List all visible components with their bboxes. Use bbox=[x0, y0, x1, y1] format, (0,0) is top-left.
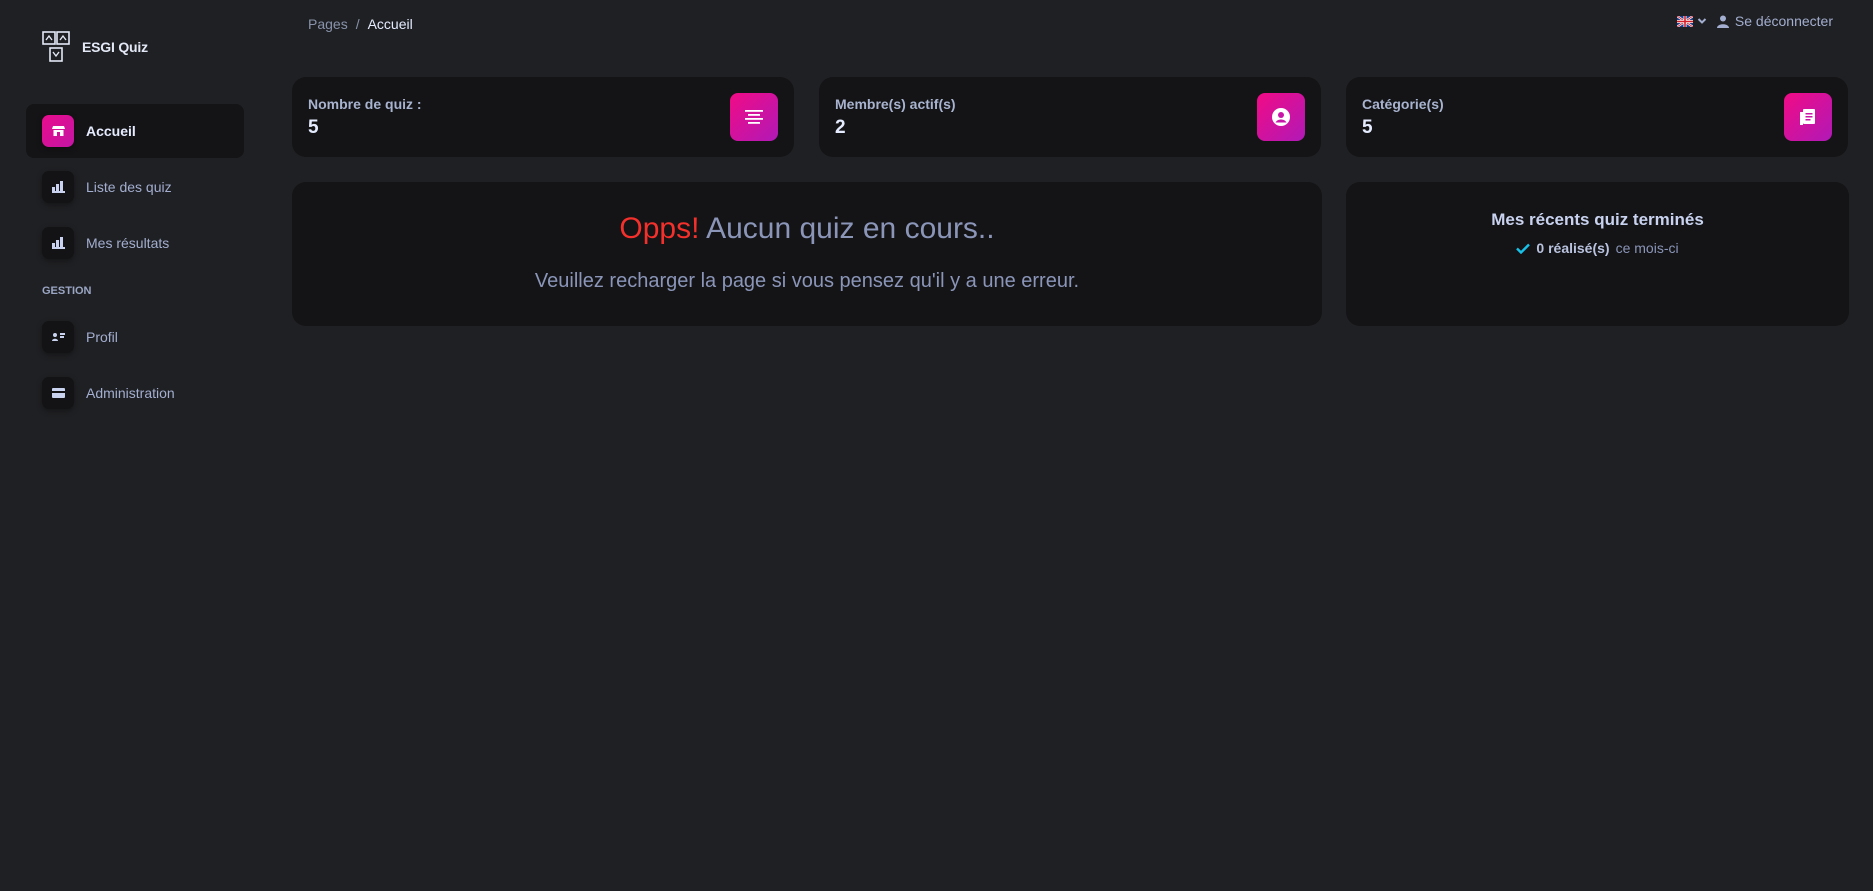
recent-period: ce mois-ci bbox=[1615, 240, 1679, 256]
brand-name: ESGI Quiz bbox=[82, 39, 148, 55]
sidebar-item-profil[interactable]: Profil bbox=[26, 310, 244, 364]
breadcrumb-root[interactable]: Pages bbox=[308, 16, 348, 32]
recent-summary: 0 réalisé(s) ce mois-ci bbox=[1516, 240, 1679, 256]
chart-icon bbox=[42, 227, 74, 259]
store-icon bbox=[42, 115, 74, 147]
sidebar-item-label: Profil bbox=[86, 329, 118, 345]
sidebar-item-administration[interactable]: Administration bbox=[26, 366, 244, 420]
chart-icon bbox=[42, 171, 74, 203]
topbar-actions: Se déconnecter bbox=[1676, 13, 1833, 29]
user-card-icon bbox=[42, 321, 74, 353]
sidebar-item-label: Mes résultats bbox=[86, 235, 170, 251]
empty-state-heading: Aucun quiz en cours.. bbox=[699, 212, 995, 245]
sidebar-section-title: GESTION bbox=[42, 285, 92, 297]
sidebar-item-label: Administration bbox=[86, 385, 175, 401]
quiz-logo-icon bbox=[42, 31, 70, 62]
sidebar-item-liste-des-quiz[interactable]: Liste des quiz bbox=[26, 160, 244, 214]
recent-quiz-card: Mes récents quiz terminés 0 réalisé(s) c… bbox=[1346, 182, 1849, 326]
document-icon bbox=[1784, 93, 1832, 141]
list-icon bbox=[730, 93, 778, 141]
empty-state-message: Veuillez recharger la page si vous pense… bbox=[534, 270, 1080, 292]
stat-label: Nombre de quiz : bbox=[308, 96, 422, 112]
current-quiz-card: Opps! Aucun quiz en cours.. Veuillez rec… bbox=[292, 182, 1322, 326]
language-selector[interactable] bbox=[1676, 15, 1711, 27]
chevron-down-icon bbox=[1697, 18, 1707, 24]
stat-label: Membre(s) actif(s) bbox=[835, 96, 956, 112]
stat-card-quiz-count: Nombre de quiz : 5 bbox=[292, 77, 794, 157]
breadcrumb-separator: / bbox=[355, 16, 360, 32]
recent-title: Mes récents quiz terminés bbox=[1491, 210, 1704, 229]
empty-state-highlight: Opps! bbox=[619, 212, 700, 245]
breadcrumb: Pages / Accueil bbox=[308, 16, 413, 32]
stat-card-categories: Catégorie(s) 5 bbox=[1346, 77, 1848, 157]
recent-count: 0 réalisé(s) bbox=[1536, 240, 1610, 256]
uk-flag-icon bbox=[1676, 15, 1693, 27]
sidebar-item-accueil[interactable]: Accueil bbox=[26, 104, 244, 158]
brand[interactable]: ESGI Quiz bbox=[42, 31, 148, 63]
stat-card-active-members: Membre(s) actif(s) 2 bbox=[819, 77, 1321, 157]
logout-link[interactable]: Se déconnecter bbox=[1716, 13, 1833, 29]
stat-value: 5 bbox=[308, 117, 319, 138]
card-icon bbox=[42, 377, 74, 409]
breadcrumb-current: Accueil bbox=[367, 16, 413, 32]
sidebar-item-mes-resultats[interactable]: Mes résultats bbox=[26, 216, 244, 270]
check-icon bbox=[1516, 243, 1531, 254]
user-icon bbox=[1716, 15, 1729, 28]
stat-value: 5 bbox=[1362, 117, 1373, 138]
sidebar: ESGI Quiz Accueil Liste des quiz Mes rés… bbox=[0, 0, 270, 891]
sidebar-nav: Accueil Liste des quiz Mes résultats GES… bbox=[26, 104, 244, 422]
stat-value: 2 bbox=[835, 117, 846, 138]
logout-label: Se déconnecter bbox=[1734, 13, 1833, 29]
user-circle-icon bbox=[1257, 93, 1305, 141]
sidebar-item-label: Liste des quiz bbox=[86, 179, 172, 195]
empty-state-title: Opps! Aucun quiz en cours.. bbox=[292, 212, 1322, 246]
sidebar-item-label: Accueil bbox=[86, 123, 136, 139]
stat-label: Catégorie(s) bbox=[1362, 96, 1444, 112]
